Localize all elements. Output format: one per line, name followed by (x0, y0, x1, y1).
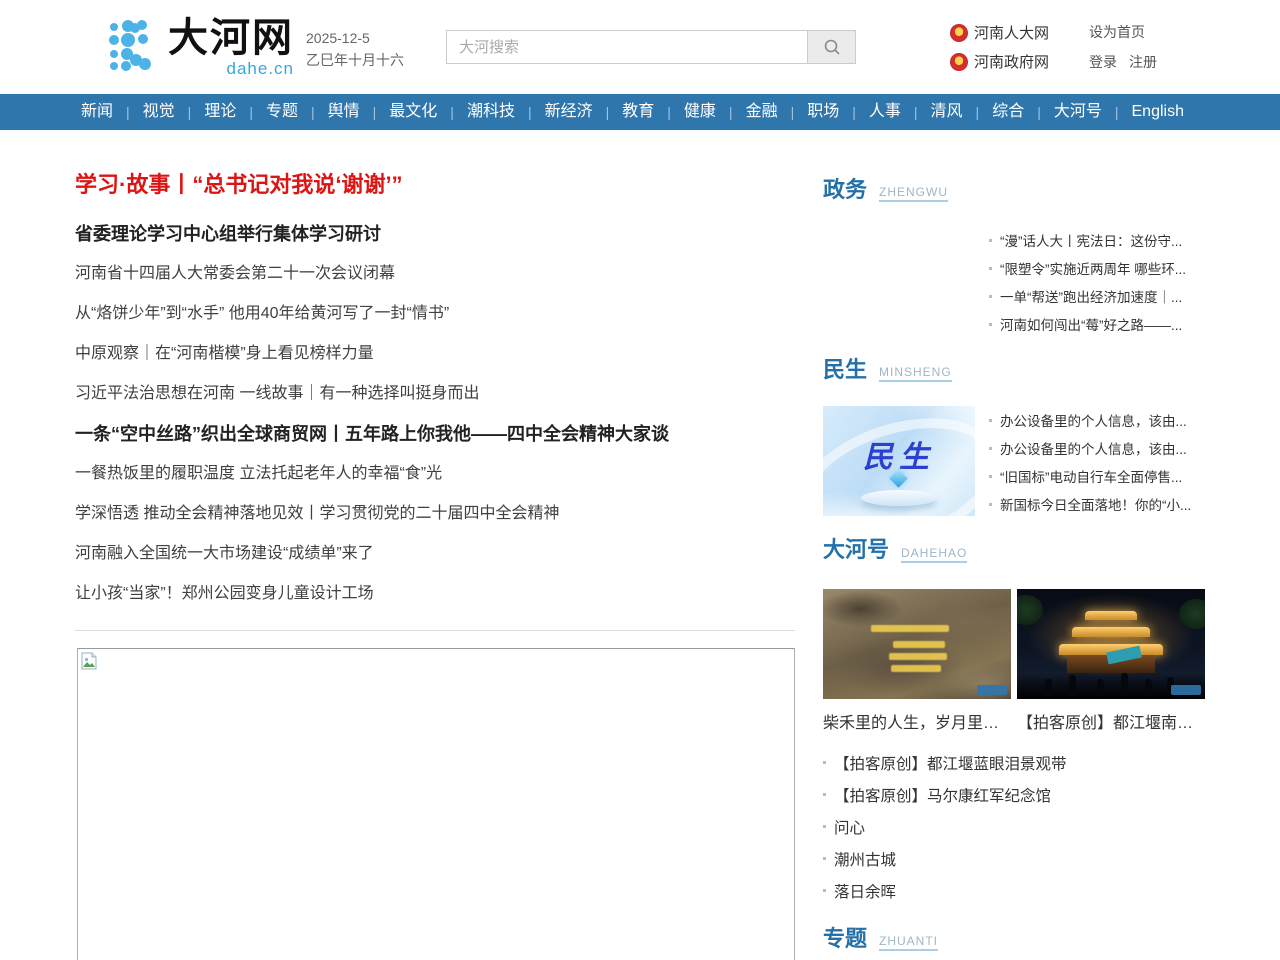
section-pinyin-minsheng: MINSHENG (879, 365, 952, 382)
nav-item[interactable]: 最文化 (373, 94, 451, 130)
list-item[interactable]: 【拍客原创】都江堰蓝眼泪景观带 (823, 747, 1205, 779)
set-home-link[interactable]: 设为首页 (1089, 22, 1145, 42)
nav-item[interactable]: 职场 (791, 94, 853, 130)
section-pinyin-zhuanti: ZHUANTI (879, 934, 938, 951)
list-item[interactable]: 河南如何闯出“莓”好之路——... (989, 310, 1205, 338)
dahehao-watermark (1171, 685, 1201, 695)
section-pinyin-dahehao: DAHEHAO (901, 546, 967, 563)
headline[interactable]: 让小孩“当家”！郑州公园变身儿童设计工场 (75, 574, 795, 614)
night-bridge-thumbnail (1017, 589, 1205, 699)
link-henan-renda[interactable]: ★ 河南人大网 (950, 22, 1049, 43)
gov-sites: ★ 河南人大网 ★ 河南政府网 (950, 22, 1049, 72)
headline[interactable]: 省委理论学习中心组举行集体学习研讨 (75, 214, 795, 254)
login-link[interactable]: 登录 (1089, 52, 1117, 72)
site-title: 大河网 (168, 16, 294, 60)
list-item[interactable]: 问心 (823, 811, 1205, 843)
nav-item[interactable]: 理论 (188, 94, 250, 130)
headline[interactable]: 从“烙饼少年”到“水手” 他用40年给黄河写了一封“情书” (75, 294, 795, 334)
top-actions: 设为首页 登录 注册 (1089, 22, 1157, 72)
search-button[interactable] (807, 31, 855, 63)
list-item[interactable]: “旧国标”电动自行车全面停售... (989, 462, 1205, 490)
search-icon (823, 38, 841, 56)
nav-item[interactable]: 金融 (729, 94, 791, 130)
section-title-dahehao[interactable]: 大河号 (823, 538, 889, 562)
nav-item[interactable]: 清风 (914, 94, 976, 130)
headline[interactable]: 一条“空中丝路”织出全球商贸网丨五年路上你我他——四中全会精神大家谈 (75, 414, 795, 454)
divider (75, 630, 795, 631)
date-lunar: 乙巳年十月十六 (306, 49, 404, 71)
site-header: 大河网 dahe.cn 2025-12-5 乙巳年十月十六 ★ 河南人大网 ★ … (0, 0, 1280, 94)
headline-column: 学习·故事丨“总书记对我说‘谢谢’” 省委理论学习中心组举行集体学习研讨 河南省… (75, 130, 795, 960)
nav-item[interactable]: 大河号 (1037, 94, 1115, 130)
link-henan-gov-label: 河南政府网 (974, 51, 1049, 72)
list-item[interactable]: 落日余晖 (823, 875, 1205, 907)
nav-item[interactable]: 专题 (249, 94, 311, 130)
national-emblem-icon: ★ (950, 24, 968, 42)
nav-item[interactable]: 视觉 (126, 94, 188, 130)
headline[interactable]: 中原观察｜在“河南楷模”身上看见榜样力量 (75, 334, 795, 374)
register-link[interactable]: 注册 (1129, 52, 1157, 72)
main-nav: 新闻 视觉 理论 专题 舆情 最文化 潮科技 新经济 教育 健康 金融 职场 人… (0, 94, 1280, 130)
search-input[interactable] (447, 31, 807, 63)
nav-item[interactable]: 新闻 (68, 94, 126, 130)
minsheng-list: 办公设备里的个人信息，该由... 办公设备里的个人信息，该由... “旧国标”电… (989, 406, 1205, 518)
dahehao-watermark (977, 685, 1007, 695)
dahehao-card[interactable]: 柴禾里的人生，岁月里的... (823, 589, 1011, 733)
section-title-zhuanti[interactable]: 专题 (823, 927, 867, 951)
date-block: 2025-12-5 乙巳年十月十六 (306, 27, 404, 71)
card-caption[interactable]: 【拍客原创】都江堰南桥... (1017, 709, 1205, 733)
site-logo[interactable]: 大河网 dahe.cn (108, 18, 294, 77)
logo-dots-icon (108, 20, 164, 72)
zhengwu-image-slot (823, 226, 975, 336)
list-item[interactable]: 办公设备里的个人信息，该由... (989, 406, 1205, 434)
list-item[interactable]: 一单“帮送”跑出经济加速度｜... (989, 282, 1205, 310)
list-item[interactable]: 【拍客原创】马尔康红军纪念馆 (823, 779, 1205, 811)
broken-image-icon (81, 652, 97, 670)
sidebar: 政务 ZHENGWU “漫”话人大丨宪法日：这份守... “限塑令”实施近两周年… (823, 130, 1205, 960)
section-title-minsheng[interactable]: 民生 (823, 358, 867, 382)
section-title-zhengwu[interactable]: 政务 (823, 178, 867, 202)
link-henan-renda-label: 河南人大网 (974, 22, 1049, 43)
section-minsheng: 民生 MINSHENG 民生 办公设备里的个人信息，该由... 办公设备里的个人… (823, 358, 1205, 518)
zhengwu-list: “漫”话人大丨宪法日：这份守... “限塑令”实施近两周年 哪些环... 一单“… (989, 226, 1205, 338)
headline[interactable]: 习近平法治思想在河南 一线故事｜有一种选择叫挺身而出 (75, 374, 795, 414)
section-pinyin-zhengwu: ZHENGWU (879, 185, 948, 202)
headline[interactable]: 河南省十四届人大常委会第二十一次会议闭幕 (75, 254, 795, 294)
main-content: 学习·故事丨“总书记对我说‘谢谢’” 省委理论学习中心组举行集体学习研讨 河南省… (0, 130, 1280, 960)
section-zhuanti: 专题 ZHUANTI (823, 927, 1205, 951)
dahehao-card[interactable]: 【拍客原创】都江堰南桥... (1017, 589, 1205, 733)
list-item[interactable]: 新国标今日全面落地！你的“小... (989, 490, 1205, 518)
nav-item[interactable]: 教育 (606, 94, 668, 130)
nav-item[interactable]: 潮科技 (450, 94, 528, 130)
headline-top[interactable]: 学习·故事丨“总书记对我说‘谢谢’” (75, 170, 795, 200)
section-zhengwu: 政务 ZHENGWU “漫”话人大丨宪法日：这份守... “限塑令”实施近两周年… (823, 178, 1205, 338)
national-emblem-icon: ★ (950, 53, 968, 71)
search-bar (446, 30, 856, 64)
firewood-thumbnail (823, 589, 1011, 699)
headline[interactable]: 河南融入全国统一大市场建设“成绩单”来了 (75, 534, 795, 574)
nav-item[interactable]: 健康 (667, 94, 729, 130)
date-gregorian: 2025-12-5 (306, 27, 404, 49)
list-item[interactable]: “限塑令”实施近两周年 哪些环... (989, 254, 1205, 282)
card-caption[interactable]: 柴禾里的人生，岁月里的... (823, 709, 1011, 733)
dahehao-list: 【拍客原创】都江堰蓝眼泪景观带 【拍客原创】马尔康红军纪念馆 问心 潮州古城 落… (823, 747, 1205, 907)
nav-item[interactable]: 新经济 (528, 94, 606, 130)
headline[interactable]: 一餐热饭里的履职温度 立法托起老年人的幸福“食”光 (75, 454, 795, 494)
section-dahehao: 大河号 DAHEHAO 柴禾里的人生，岁月里的... (823, 538, 1205, 906)
headline[interactable]: 学深悟透 推动全会精神落地见效丨学习贯彻党的二十届四中全会精神 (75, 494, 795, 534)
list-item[interactable]: 潮州古城 (823, 843, 1205, 875)
nav-item[interactable]: 综合 (976, 94, 1038, 130)
nav-item[interactable]: 人事 (852, 94, 914, 130)
list-item[interactable]: “漫”话人大丨宪法日：这份守... (989, 226, 1205, 254)
nav-item-english[interactable]: English (1115, 94, 1197, 130)
link-henan-gov[interactable]: ★ 河南政府网 (950, 51, 1049, 72)
site-domain: dahe.cn (168, 60, 294, 77)
broken-image-placeholder (77, 648, 795, 960)
list-item[interactable]: 办公设备里的个人信息，该由... (989, 434, 1205, 462)
nav-item[interactable]: 舆情 (311, 94, 373, 130)
minsheng-promo-image[interactable]: 民生 (823, 406, 975, 516)
